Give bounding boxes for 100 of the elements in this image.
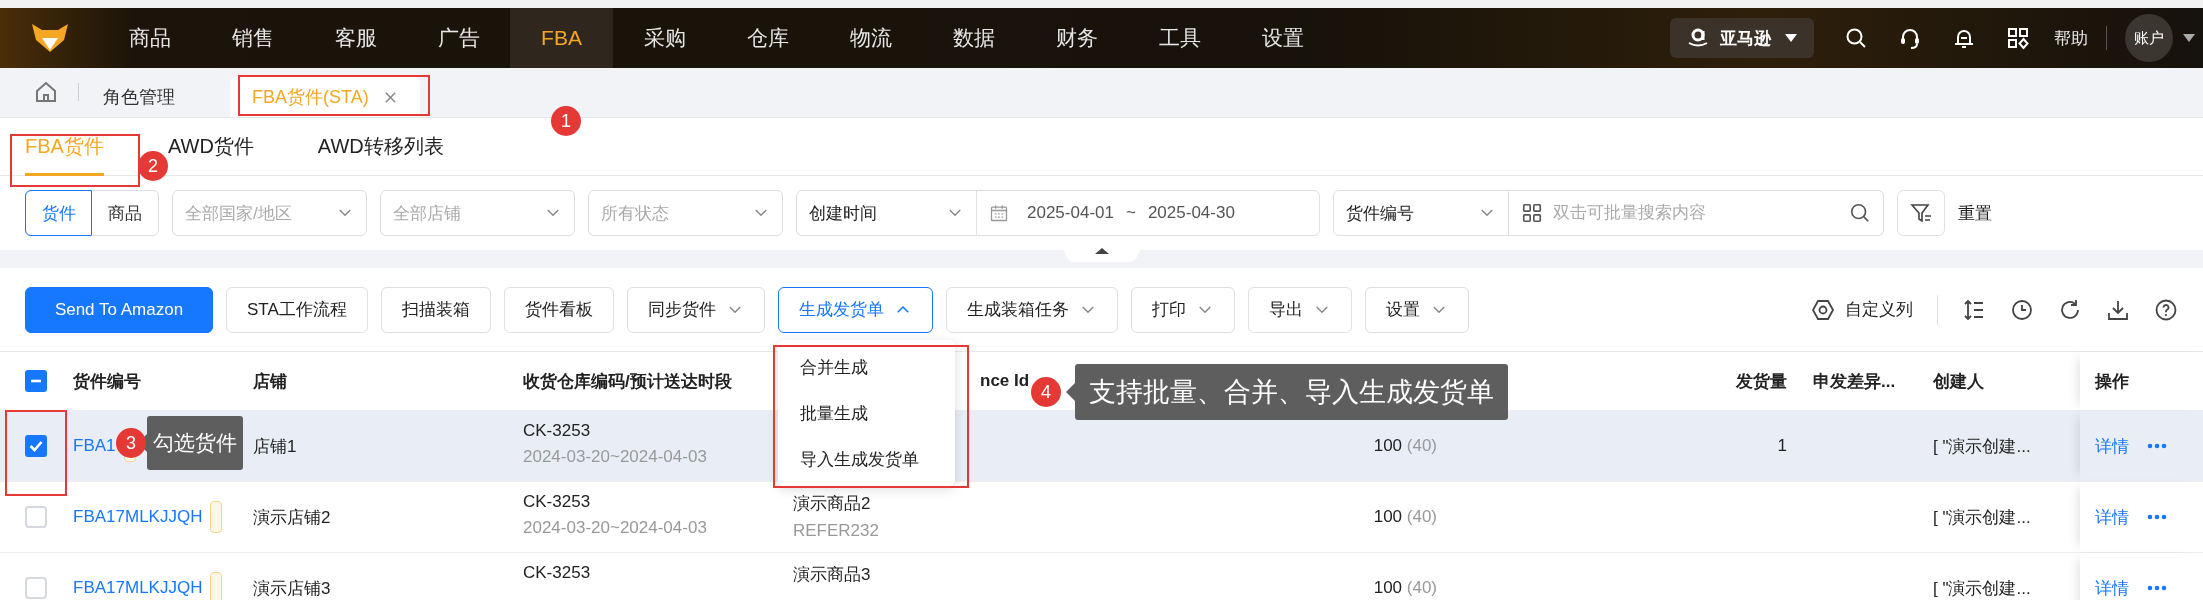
segment-button[interactable]: 货件 [25,190,92,236]
nav-item[interactable]: 数据 [922,8,1025,68]
nav-item[interactable]: 客服 [304,8,407,68]
tooltip-arrow [1066,383,1075,401]
close-icon[interactable] [382,89,398,105]
search-icon[interactable] [1849,202,1871,224]
table-cell: CK-3253 [523,421,591,441]
dropdown-button[interactable]: 导出 [1247,286,1352,333]
caret-icon [1785,34,1797,42]
column-header[interactable]: 申发差异... [1813,369,1896,393]
nav-item[interactable]: 销售 [201,8,304,68]
toolbar-button[interactable]: Send To Amazon [25,286,213,333]
more-icon[interactable] [2147,514,2167,520]
table-cell-text: [ "演示创建... [1933,506,2031,529]
help-link[interactable]: 帮助 [2054,26,2088,50]
table-cell: 100 (40) [1373,578,1437,598]
table-cell-text: 演示商品3 [793,564,871,586]
dropdown-button[interactable]: 打印 [1130,286,1235,333]
headset-icon[interactable] [1898,26,1922,50]
platform-select[interactable]: 亚马逊 [1670,18,1814,58]
annotation-tooltip: 支持批量、合并、导入生成发货单 [1075,364,1508,420]
nav-item[interactable]: 商品 [98,8,201,68]
tab[interactable]: AWD货件 [167,117,254,176]
page-tab[interactable]: 角色管理 [81,77,197,117]
nav-item[interactable]: FBA [510,8,613,68]
refresh-icon[interactable] [2058,297,2082,322]
table-cell-text: 演示商品2 [793,493,871,515]
checkbox[interactable] [25,435,47,457]
column-header[interactable]: 发货量 [1736,369,1787,393]
search-field[interactable]: 双击可批量搜索内容 [1509,190,1884,236]
filter-button[interactable] [1897,190,1945,236]
table-cell: CK-3253 [523,563,591,583]
menu-item[interactable]: 导入生成发货单 [778,436,955,482]
column-header[interactable]: 店铺 [253,369,287,393]
status-tag [210,501,223,533]
logo-icon[interactable] [30,22,70,54]
dropdown-button[interactable]: 生成装箱任务 [945,286,1118,333]
nav-item[interactable]: 工具 [1128,8,1231,68]
shipment-link[interactable]: FBA17MLKJJQH [73,507,203,527]
shipment-link[interactable]: FBA1 [73,436,116,456]
menu-item[interactable]: 合并生成 [778,344,955,390]
nav-item[interactable]: 采购 [613,8,716,68]
apps-icon[interactable] [2006,26,2030,50]
toolbar-button[interactable]: 扫描装箱 [380,286,491,333]
search-input[interactable]: 双击可批量搜索内容 [1553,193,1839,233]
step-badge: 1 [551,106,581,136]
more-icon[interactable] [2147,585,2167,591]
column-header[interactable]: 收货仓库编码/预计送达时段 [523,369,732,393]
column-header[interactable]: 创建人 [1933,369,1984,393]
nav-item[interactable]: 财务 [1025,8,1128,68]
table-cell: 2024-03-20~2024-04-03 [523,447,707,467]
columns-button[interactable]: 自定义列 [1811,297,1913,322]
annotation-tooltip: 勾选货件 [147,416,243,470]
column-header[interactable]: 操作 [2095,369,2129,393]
table-cell: 2024-03-20~2024-04-03 [523,518,707,538]
table-cell: 100 (40) [1373,507,1437,527]
tab[interactable]: AWD转移列表 [317,117,444,176]
details-link[interactable]: 详情 [2095,505,2129,529]
toolbar-button[interactable]: 货件看板 [503,286,614,333]
dropdown-button[interactable]: 同步货件 [626,286,765,333]
details-link[interactable]: 详情 [2095,576,2129,600]
account-avatar[interactable]: 账户 [2125,14,2173,62]
hexagon-icon [1811,297,1835,322]
help-icon[interactable] [2154,297,2178,322]
table-cell: 100 (40) [1373,436,1437,456]
table-cell-text: 店铺1 [253,435,297,458]
grid-icon [1521,202,1543,224]
table-cell-text: [ "演示创建... [1933,577,2031,600]
checkbox[interactable] [25,577,47,599]
table-cell: REFER232 [793,521,879,541]
nav-item[interactable]: 物流 [819,8,922,68]
dropdown-button[interactable]: 设置 [1364,286,1469,333]
details-link[interactable]: 详情 [2095,434,2129,458]
nav-item[interactable]: 广告 [407,8,510,68]
column-header[interactable]: 货件编号 [73,369,141,393]
table-cell-text: [ "演示创建... [1933,435,2031,458]
table-cell: 1 [1777,436,1787,456]
status-tag [210,572,223,600]
search-icon[interactable] [1844,26,1868,50]
clock-icon[interactable] [2010,297,2034,322]
table-cell-text: 演示店铺2 [253,506,331,529]
checkbox[interactable] [25,506,47,528]
toolbar-button[interactable]: STA工作流程 [226,286,368,333]
step-badge: 4 [1031,377,1061,407]
select-field[interactable]: 货件编号 [1333,190,1509,236]
dropdown-button[interactable]: 生成发货单 [777,286,933,333]
nav-item[interactable]: 设置 [1231,8,1334,68]
segment-button[interactable]: 商品 [91,191,158,235]
column-header[interactable]: nce Id [980,371,1030,391]
more-icon[interactable] [2147,443,2167,449]
table-cell: CK-3253 [523,492,591,512]
nav-item[interactable]: 仓库 [716,8,819,68]
reset-button[interactable]: 重置 [1958,201,1992,225]
menu-item[interactable]: 批量生成 [778,390,955,436]
caret-icon[interactable] [2183,34,2195,42]
table-cell-text: 演示店铺3 [253,577,331,600]
row-height-icon[interactable] [1962,297,1986,322]
home-icon[interactable] [34,80,58,104]
checkbox[interactable] [25,370,47,392]
shipment-link[interactable]: FBA17MLKJJQH [73,578,203,598]
